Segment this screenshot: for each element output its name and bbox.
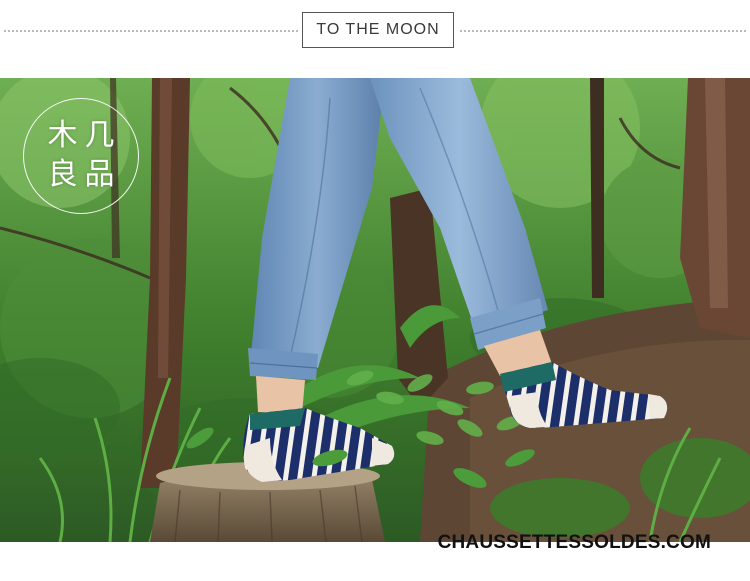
- title-box: TO THE MOON: [302, 12, 454, 48]
- logo-char: 品: [84, 157, 115, 192]
- left-dotted-divider: [4, 30, 298, 32]
- logo-char: 几: [84, 118, 115, 153]
- page-title: TO THE MOON: [316, 21, 440, 38]
- logo-char: 良: [47, 157, 78, 192]
- header-bar: TO THE MOON: [0, 0, 750, 78]
- site-watermark: CHAUSSETTESSOLDES.COM: [437, 532, 711, 553]
- logo-char: 木: [47, 118, 78, 153]
- brand-logo-seal: 木 几 良 品: [23, 98, 139, 214]
- right-dotted-divider: [460, 30, 746, 32]
